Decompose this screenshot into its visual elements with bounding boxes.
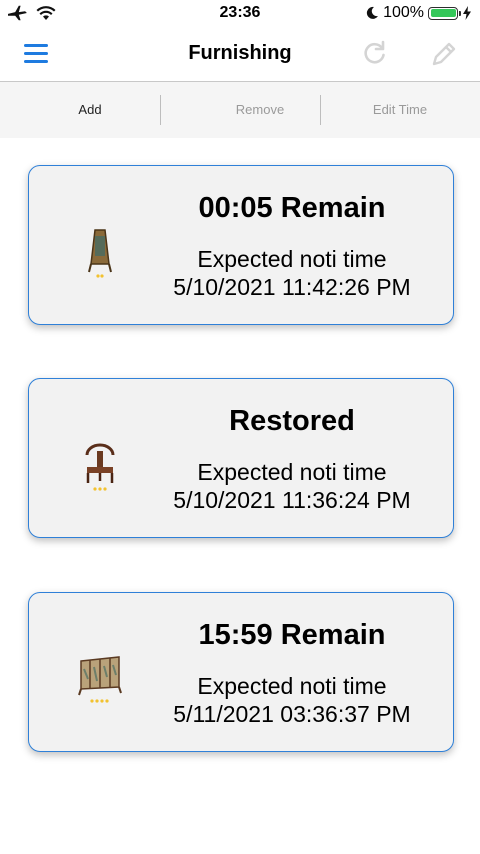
- status-bar: 23:36 100%: [0, 0, 480, 28]
- card-datetime: 5/10/2021 11:42:26 PM: [173, 274, 411, 300]
- edit-time-button[interactable]: Edit Time: [320, 82, 480, 138]
- furnishing-card[interactable]: 00:05 Remain Expected noti time 5/10/202…: [28, 165, 454, 325]
- card-status: 00:05 Remain: [198, 192, 386, 224]
- folding-screen-icon: [78, 656, 122, 703]
- card-label: Expected noti time: [197, 246, 387, 272]
- refresh-icon[interactable]: [362, 40, 388, 66]
- card-label: Expected noti time: [197, 459, 387, 485]
- navigation-bar: Furnishing: [0, 28, 480, 82]
- moon-icon: [366, 6, 379, 19]
- add-button[interactable]: Add: [20, 82, 160, 138]
- action-toolbar: Add Remove Edit Time: [0, 82, 480, 138]
- card-label: Expected noti time: [197, 673, 387, 699]
- status-right: 100%: [365, 4, 472, 22]
- battery-percent: 100%: [383, 4, 424, 21]
- furnishing-card[interactable]: Restored Expected noti time 5/10/2021 11…: [28, 378, 454, 538]
- card-datetime: 5/10/2021 11:36:24 PM: [173, 487, 411, 513]
- pencil-icon[interactable]: [430, 40, 458, 68]
- card-datetime: 5/11/2021 03:36:37 PM: [173, 701, 411, 727]
- battery-icon: [428, 6, 461, 20]
- page-title: Furnishing: [188, 42, 292, 64]
- card-status: 15:59 Remain: [198, 619, 386, 651]
- chair-icon: [85, 443, 115, 491]
- charging-bolt-icon: [463, 6, 471, 20]
- easel-icon: [88, 229, 112, 278]
- furnishing-card[interactable]: 15:59 Remain Expected noti time 5/11/202…: [28, 592, 454, 752]
- card-status: Restored: [229, 405, 355, 437]
